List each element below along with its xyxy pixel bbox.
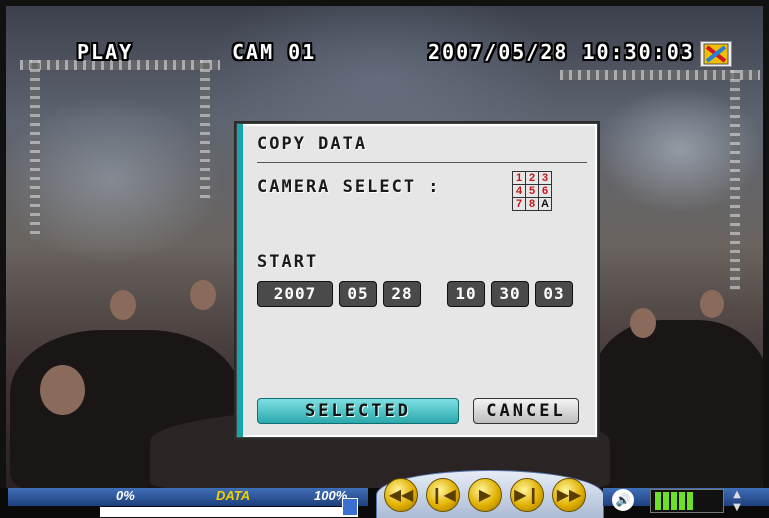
start-second-field[interactable]: 03: [535, 281, 573, 307]
camera-3-cell[interactable]: 3: [538, 171, 552, 185]
progress-handle[interactable]: [342, 498, 358, 516]
right-border: [763, 0, 769, 488]
chevron-up-icon[interactable]: ▲: [730, 488, 744, 501]
camera-2-cell[interactable]: 2: [525, 171, 539, 185]
truss-decoration: [30, 60, 40, 240]
dialog-title: COPY DATA: [257, 134, 368, 154]
person-head: [190, 280, 216, 310]
person-head: [110, 290, 136, 320]
camera-all-cell[interactable]: A: [538, 197, 552, 211]
progress-label: DATA: [216, 488, 251, 503]
play-icon[interactable]: ▶: [468, 478, 502, 512]
speaker-icon[interactable]: 🔊: [612, 489, 634, 511]
volume-bar: [679, 492, 685, 510]
camera-select-label: CAMERA SELECT :: [257, 177, 441, 197]
person-head: [630, 308, 656, 338]
osd-mode: PLAY: [77, 40, 134, 64]
step-forward-icon[interactable]: ▶❙: [510, 478, 544, 512]
start-minute-field[interactable]: 30: [491, 281, 529, 307]
start-label: START: [257, 252, 319, 272]
cancel-button[interactable]: CANCEL: [473, 398, 579, 424]
camera-7-cell[interactable]: 7: [512, 197, 526, 211]
camera-6-cell[interactable]: 6: [538, 184, 552, 198]
camera-4-cell[interactable]: 4: [512, 184, 526, 198]
start-day-field[interactable]: 28: [383, 281, 421, 307]
volume-bar: [687, 492, 693, 510]
truss-decoration: [200, 60, 210, 200]
volume-bar: [663, 492, 669, 510]
dvr-screen: PLAY CAM 01 2007/05/28 10:30:03 COPY DAT…: [0, 0, 769, 518]
fast-forward-icon[interactable]: ▶▶: [552, 478, 586, 512]
start-year-field[interactable]: 2007: [257, 281, 333, 307]
record-status-icon: [700, 41, 732, 67]
volume-meter[interactable]: [650, 489, 724, 513]
step-back-icon[interactable]: ❙◀: [426, 478, 460, 512]
osd-datetime: 2007/05/28 10:30:03: [428, 40, 695, 64]
volume-bar: [671, 492, 677, 510]
truss-decoration: [730, 70, 740, 290]
progress-start-label: 0%: [116, 488, 135, 503]
person-head: [700, 290, 724, 318]
chevron-down-icon[interactable]: ▼: [730, 501, 744, 514]
fast-rewind-icon[interactable]: ◀◀: [384, 478, 418, 512]
selected-button[interactable]: SELECTED: [257, 398, 459, 424]
crowd-shape: [590, 320, 769, 490]
bottom-control-bar: 0% DATA 100% ◀◀ ❙◀ ▶ ▶❙ ▶▶ 🔊 ▲ ▼: [0, 470, 769, 518]
dialog-accent-bar: [237, 124, 243, 437]
person-head: [40, 365, 85, 415]
camera-select-grid[interactable]: 1 2 3 4 5 6 7 8 A: [512, 171, 552, 211]
osd-camera: CAM 01: [232, 40, 317, 64]
volume-stepper[interactable]: ▲ ▼: [730, 488, 744, 516]
start-hour-field[interactable]: 10: [447, 281, 485, 307]
camera-8-cell[interactable]: 8: [525, 197, 539, 211]
camera-1-cell[interactable]: 1: [512, 171, 526, 185]
camera-5-cell[interactable]: 5: [525, 184, 539, 198]
top-border: [0, 0, 769, 6]
progress-bar: [100, 507, 358, 517]
title-divider: [257, 162, 587, 163]
start-month-field[interactable]: 05: [339, 281, 377, 307]
volume-bar: [655, 492, 661, 510]
copy-data-dialog: COPY DATA CAMERA SELECT : 1 2 3 4 5 6 7 …: [236, 123, 598, 438]
left-border: [0, 0, 6, 488]
